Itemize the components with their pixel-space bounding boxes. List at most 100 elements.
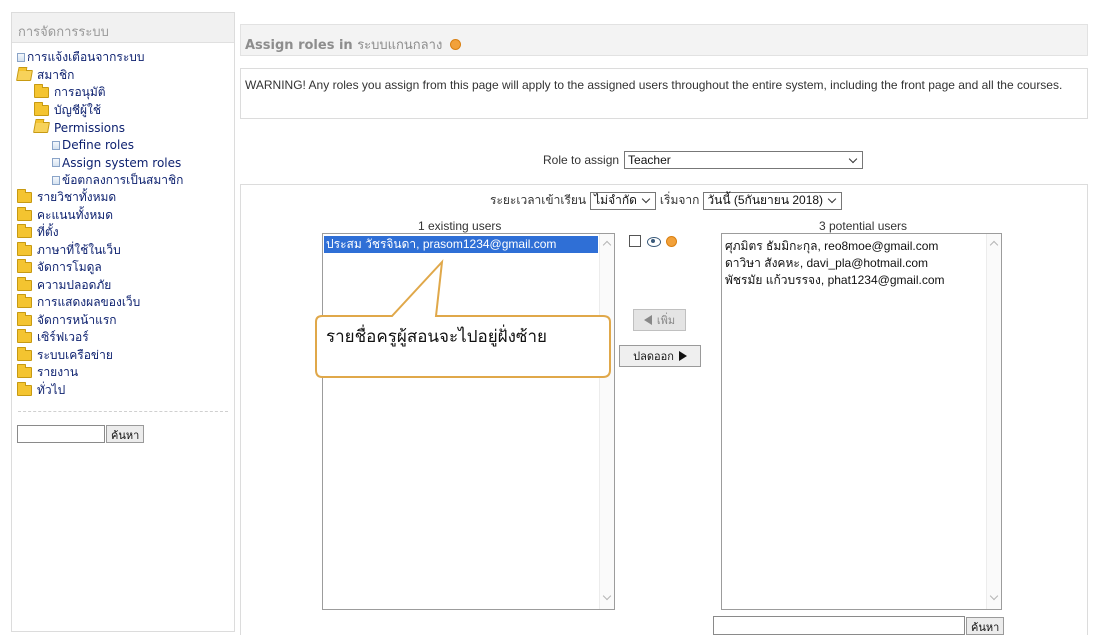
- scroll-up-icon[interactable]: [602, 240, 612, 250]
- scroll-down-icon[interactable]: [602, 591, 612, 601]
- sidebar-item[interactable]: ข้อตกลงการเป็นสมาชิก: [12, 172, 234, 190]
- sidebar-item[interactable]: Assign system roles: [12, 154, 234, 172]
- sidebar-search-input[interactable]: [17, 425, 105, 443]
- show-hidden-checkbox[interactable]: [629, 235, 641, 247]
- callout-text: รายชื่อครูผู้สอนจะไปอยู่ฝั่งซ้าย: [326, 327, 547, 347]
- potential-users-options: ศุภมิตร ธัมมิกะกุล, reo8moe@gmail.com ดาว…: [722, 234, 1001, 289]
- scroll-down-icon[interactable]: [989, 591, 999, 601]
- potential-user-option[interactable]: ดาวิษา สังคหะ, davi_pla@hotmail.com: [722, 255, 1001, 272]
- folder-icon: [17, 294, 32, 309]
- sidebar-item-label: การแสดงผลของเว็บ: [37, 295, 141, 310]
- remove-button-label: ปลดออก: [633, 350, 674, 363]
- sidebar-item-label: ภาษาที่ใช้ในเว็บ: [37, 242, 121, 257]
- enrol-period-row: ระยะเวลาเข้าเรียน ไม่จำกัด เริ่มจาก วันน…: [490, 191, 843, 210]
- potential-search-button[interactable]: ค้นหา: [966, 616, 1005, 635]
- eye-icon: [647, 235, 661, 247]
- sidebar-item-label: Define roles: [62, 138, 134, 153]
- potential-user-option[interactable]: พัชรมัย แก้วบรรจง, phat1234@gmail.com: [722, 272, 1001, 289]
- folder-icon: [17, 364, 32, 379]
- start-date-select[interactable]: วันนี้ (5กันยายน 2018): [703, 191, 843, 210]
- folder-icon: [17, 206, 32, 221]
- existing-users-list[interactable]: ประสม วัชรจินดา, prasom1234@gmail.com: [322, 233, 615, 610]
- folder-icon: [17, 259, 32, 274]
- role-select-value: Teacher: [628, 153, 671, 167]
- sidebar-item-label: ความปลอดภัย: [37, 277, 112, 292]
- sidebar-item[interactable]: การแจ้งเตือนจากระบบ: [12, 49, 234, 67]
- folder-icon: [17, 311, 32, 326]
- potential-search: ค้นหา: [713, 616, 1005, 635]
- sidebar-title: การจัดการระบบ: [12, 13, 234, 43]
- sidebar-item-label: จัดการโมดูล: [37, 260, 102, 275]
- folder-icon: [17, 346, 32, 361]
- sidebar-item-label: เซิร์ฟเวอร์: [37, 330, 89, 345]
- page-icon: [52, 140, 60, 150]
- arrow-right-icon: [678, 351, 687, 361]
- sidebar-item[interactable]: คะแนนทั้งหมด: [12, 206, 234, 225]
- sidebar-item[interactable]: การแสดงผลของเว็บ: [12, 294, 234, 312]
- help-icon[interactable]: [449, 39, 461, 50]
- sidebar-item-label: บัญชีผู้ใช้: [54, 102, 102, 117]
- sidebar-divider: [18, 411, 228, 412]
- admin-sidebar: การจัดการระบบ การแจ้งเตือนจากระบบ สมาชิกก…: [11, 12, 235, 632]
- sidebar-item-label: ทั่วไป: [37, 382, 66, 397]
- chevron-down-icon: [641, 194, 651, 204]
- add-button[interactable]: เพิ่ม: [633, 309, 686, 331]
- existing-user-option[interactable]: ประสม วัชรจินดา, prasom1234@gmail.com: [324, 236, 598, 253]
- folder-icon: [17, 381, 32, 396]
- sidebar-item-label: รายวิชาทั้งหมด: [37, 190, 117, 205]
- sidebar-item[interactable]: ที่ตั้ง: [12, 224, 234, 242]
- sidebar-search: ค้นหา: [17, 425, 234, 443]
- sidebar-item-label: Assign system roles: [62, 155, 182, 170]
- existing-users-caption: 1 existing users: [418, 219, 502, 233]
- sidebar-item[interactable]: เซิร์ฟเวอร์: [12, 329, 234, 347]
- sidebar-search-button[interactable]: ค้นหา: [106, 425, 145, 443]
- sidebar-item[interactable]: ทั่วไป: [12, 381, 234, 400]
- sidebar-item-label: จัดการหน้าแรก: [37, 312, 117, 327]
- sidebar-item[interactable]: จัดการโมดูล: [12, 259, 234, 277]
- sidebar-item[interactable]: ความปลอดภัย: [12, 276, 234, 295]
- potential-users-list[interactable]: ศุภมิตร ธัมมิกะกุล, reo8moe@gmail.com ดาว…: [721, 233, 1002, 610]
- sidebar-item[interactable]: ภาษาที่ใช้ในเว็บ: [12, 241, 234, 260]
- role-label: Role to assign: [543, 153, 620, 167]
- sidebar-item[interactable]: รายวิชาทั้งหมด: [12, 189, 234, 207]
- add-button-label: เพิ่ม: [656, 314, 676, 327]
- potential-search-input[interactable]: [713, 616, 965, 635]
- help-icon[interactable]: [666, 235, 677, 247]
- existing-users-options: ประสม วัชรจินดา, prasom1234@gmail.com: [323, 236, 614, 253]
- sidebar-item-label: รายงาน: [37, 365, 79, 380]
- folder-icon: [17, 189, 32, 204]
- sidebar-item-label: ระบบเครือข่าย: [37, 347, 113, 362]
- page-heading: Assign roles in ระบบแกนกลาง: [240, 24, 1088, 56]
- potential-users-caption: 3 potential users: [819, 219, 908, 233]
- existing-list-scrollbar[interactable]: [599, 234, 614, 609]
- page-title-context: ระบบแกนกลาง: [357, 38, 443, 53]
- sidebar-item-label: การแจ้งเตือนจากระบบ: [27, 50, 145, 65]
- folder-icon: [17, 329, 32, 344]
- remove-button[interactable]: ปลดออก: [619, 345, 701, 367]
- page-icon: [17, 53, 25, 63]
- folder-icon: [17, 241, 32, 256]
- sidebar-item[interactable]: จัดการหน้าแรก: [12, 311, 234, 330]
- scroll-up-icon[interactable]: [989, 240, 999, 250]
- folder-icon: [17, 224, 32, 239]
- role-selector-row: Role to assign Teacher: [543, 151, 864, 169]
- chevron-down-icon: [827, 194, 837, 204]
- sidebar-item[interactable]: บัญชีผู้ใช้: [12, 101, 234, 120]
- sidebar-item[interactable]: ระบบเครือข่าย: [12, 346, 234, 365]
- sidebar-item[interactable]: รายงาน: [12, 364, 234, 382]
- period-select[interactable]: ไม่จำกัด: [590, 191, 656, 210]
- role-select[interactable]: Teacher: [624, 151, 864, 169]
- sidebar-item[interactable]: สมาชิก: [12, 67, 234, 85]
- sidebar-item-label: ที่ตั้ง: [37, 225, 59, 240]
- list-tools: [629, 235, 677, 247]
- arrow-left-icon: [643, 315, 652, 325]
- page-title-prefix: Assign roles in: [245, 38, 353, 53]
- sidebar-item[interactable]: การอนุมัติ: [12, 84, 234, 102]
- potential-user-option[interactable]: ศุภมิตร ธัมมิกะกุล, reo8moe@gmail.com: [722, 238, 1001, 255]
- potential-list-scrollbar[interactable]: [986, 234, 1001, 609]
- page-icon: [52, 175, 60, 185]
- sidebar-item[interactable]: Permissions: [12, 119, 234, 137]
- period-label: ระยะเวลาเข้าเรียน: [490, 193, 587, 207]
- sidebar-item[interactable]: Define roles: [12, 137, 234, 155]
- sidebar-item-label: ข้อตกลงการเป็นสมาชิก: [62, 172, 184, 187]
